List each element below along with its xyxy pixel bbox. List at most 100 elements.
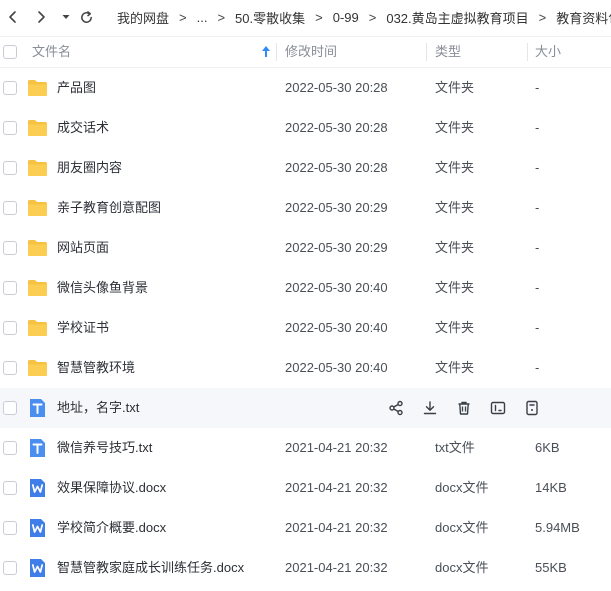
file-name[interactable]: 微信养号技巧.txt xyxy=(57,428,152,468)
delete-icon xyxy=(458,401,470,415)
file-size: - xyxy=(535,360,540,375)
file-name[interactable]: 学校证书 xyxy=(57,308,109,348)
list-item[interactable]: 学校证书 2022-05-30 20:40 文件夹 - xyxy=(0,308,611,348)
sort-ascending-icon[interactable] xyxy=(261,45,271,59)
file-modified-time: 2022-05-30 20:28 xyxy=(285,160,388,175)
column-divider[interactable] xyxy=(426,43,427,61)
list-item[interactable]: 效果保障协议.docx 2021-04-21 20:32 docx文件 14KB xyxy=(0,468,611,508)
file-size: 55KB xyxy=(535,560,567,575)
file-size: - xyxy=(535,120,540,135)
breadcrumb-item-current[interactable]: 教育资料包 xyxy=(556,8,611,27)
more-button[interactable] xyxy=(523,399,541,417)
file-type: 文件夹 xyxy=(435,360,475,375)
breadcrumb-item-root[interactable]: 我的网盘 xyxy=(117,8,169,27)
folder-icon xyxy=(28,80,47,96)
breadcrumb-separator-icon: > xyxy=(315,9,323,25)
history-dropdown-button[interactable] xyxy=(57,8,75,26)
list-item[interactable]: 朋友圈内容 2022-05-30 20:28 文件夹 - xyxy=(0,148,611,188)
file-size: - xyxy=(535,240,540,255)
list-item[interactable]: 智慧管教环境 2022-05-30 20:40 文件夹 - xyxy=(0,348,611,388)
row-checkbox[interactable] xyxy=(3,241,17,255)
list-item[interactable]: 产品图 2022-05-30 20:28 文件夹 - xyxy=(0,68,611,108)
column-divider[interactable] xyxy=(276,43,277,61)
refresh-icon xyxy=(80,10,92,23)
file-list-header: 文件名 修改时间 类型 大小 xyxy=(0,36,611,68)
file-modified-time: 2022-05-30 20:40 xyxy=(285,280,388,295)
file-name[interactable]: 朋友圈内容 xyxy=(57,148,122,188)
file-modified-time: 2021-04-21 20:32 xyxy=(285,440,388,455)
list-item-hovered[interactable]: 地址，名字.txt xyxy=(0,388,611,428)
list-item[interactable]: 智慧管教家庭成长训练任务.docx 2021-04-21 20:32 docx文… xyxy=(0,548,611,588)
file-name[interactable]: 智慧管教家庭成长训练任务.docx xyxy=(57,548,244,588)
folder-icon xyxy=(28,200,47,216)
breadcrumb-separator-icon: > xyxy=(179,9,187,25)
breadcrumb-separator-icon: > xyxy=(217,9,226,25)
list-item[interactable]: 微信头像鱼背景 2022-05-30 20:40 文件夹 - xyxy=(0,268,611,308)
refresh-button[interactable] xyxy=(77,8,95,26)
back-button[interactable] xyxy=(4,8,22,26)
breadcrumb-item-level-3[interactable]: 032.黄岛主虚拟教育项目 xyxy=(386,8,528,27)
file-name[interactable]: 亲子教育创意配图 xyxy=(57,188,161,228)
folder-icon xyxy=(28,280,47,296)
row-checkbox[interactable] xyxy=(3,281,17,295)
list-item[interactable]: 学校简介概要.docx 2021-04-21 20:32 docx文件 5.94… xyxy=(0,508,611,548)
file-name[interactable]: 产品图 xyxy=(57,68,96,108)
file-modified-time: 2022-05-30 20:29 xyxy=(285,240,388,255)
file-name[interactable]: 微信头像鱼背景 xyxy=(57,268,148,308)
breadcrumb-separator-icon: > xyxy=(538,9,547,25)
caret-down-icon xyxy=(62,15,70,19)
column-header-name[interactable]: 文件名 xyxy=(32,37,71,67)
list-item[interactable]: 网站页面 2022-05-30 20:29 文件夹 - xyxy=(0,228,611,268)
row-checkbox[interactable] xyxy=(3,521,17,535)
file-type: docx文件 xyxy=(435,480,489,495)
file-size: 6KB xyxy=(535,440,560,455)
row-checkbox[interactable] xyxy=(3,401,17,415)
docx-file-icon xyxy=(30,559,45,577)
column-header-size[interactable]: 大小 xyxy=(535,37,561,67)
row-checkbox[interactable] xyxy=(3,161,17,175)
breadcrumb-item-level-1[interactable]: 50.零散收集 xyxy=(235,8,305,27)
file-modified-time: 2021-04-21 20:32 xyxy=(285,520,388,535)
file-modified-time: 2022-05-30 20:29 xyxy=(285,200,388,215)
txt-file-icon xyxy=(30,439,45,457)
chevron-left-icon xyxy=(9,11,16,23)
row-checkbox[interactable] xyxy=(3,321,17,335)
row-checkbox[interactable] xyxy=(3,201,17,215)
file-type: 文件夹 xyxy=(435,160,475,175)
list-item[interactable]: 微信养号技巧.txt 2021-04-21 20:32 txt文件 6KB xyxy=(0,428,611,468)
chevron-right-icon xyxy=(38,11,45,23)
row-actions xyxy=(387,399,557,417)
file-name[interactable]: 地址，名字.txt xyxy=(57,388,139,428)
row-checkbox[interactable] xyxy=(3,561,17,575)
row-checkbox[interactable] xyxy=(3,81,17,95)
list-item[interactable]: 成交话术 2022-05-30 20:28 文件夹 - xyxy=(0,108,611,148)
file-list: 产品图 2022-05-30 20:28 文件夹 - 成交话术 2022-05-… xyxy=(0,68,611,588)
file-name[interactable]: 智慧管教环境 xyxy=(57,348,135,388)
select-all-checkbox[interactable] xyxy=(3,45,17,59)
file-name[interactable]: 成交话术 xyxy=(57,108,109,148)
download-button[interactable] xyxy=(421,399,439,417)
file-name[interactable]: 网站页面 xyxy=(57,228,109,268)
breadcrumb-item-level-2[interactable]: 0-99 xyxy=(333,10,359,25)
file-name[interactable]: 学校简介概要.docx xyxy=(57,508,166,548)
rename-button[interactable] xyxy=(489,399,507,417)
list-item[interactable]: 亲子教育创意配图 2022-05-30 20:29 文件夹 - xyxy=(0,188,611,228)
file-name[interactable]: 效果保障协议.docx xyxy=(57,468,166,508)
row-checkbox[interactable] xyxy=(3,441,17,455)
breadcrumb-separator-icon: > xyxy=(368,9,377,25)
share-button[interactable] xyxy=(387,399,405,417)
row-checkbox[interactable] xyxy=(3,121,17,135)
column-header-modified[interactable]: 修改时间 xyxy=(285,37,337,67)
file-size: - xyxy=(535,80,540,95)
row-checkbox[interactable] xyxy=(3,481,17,495)
breadcrumb-item-ellipsis[interactable]: ... xyxy=(197,10,208,25)
docx-file-icon xyxy=(30,519,45,537)
column-divider[interactable] xyxy=(527,43,528,61)
delete-button[interactable] xyxy=(455,399,473,417)
row-checkbox[interactable] xyxy=(3,361,17,375)
file-type: 文件夹 xyxy=(435,200,475,215)
column-header-type[interactable]: 类型 xyxy=(435,37,461,67)
txt-file-icon xyxy=(30,399,45,417)
forward-button[interactable] xyxy=(32,8,50,26)
file-modified-time: 2022-05-30 20:40 xyxy=(285,320,388,335)
